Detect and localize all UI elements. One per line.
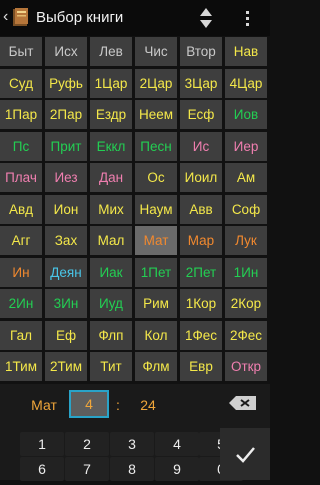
book-Пс[interactable]: Пс: [0, 132, 42, 161]
key-8[interactable]: 8: [110, 457, 154, 481]
book-Наум[interactable]: Наум: [135, 195, 177, 224]
book-Лев[interactable]: Лев: [90, 37, 132, 66]
book-Ион[interactable]: Ион: [45, 195, 87, 224]
book-Ос[interactable]: Ос: [135, 163, 177, 192]
book-Есф[interactable]: Есф: [180, 100, 222, 129]
book-2Фес[interactable]: 2Фес: [225, 321, 267, 350]
book-1Пар[interactable]: 1Пар: [0, 100, 42, 129]
sort-icon[interactable]: [196, 6, 216, 30]
book-Ам[interactable]: Ам: [225, 163, 267, 192]
book-1Кор[interactable]: 1Кор: [180, 289, 222, 318]
book-2Пет[interactable]: 2Пет: [180, 258, 222, 287]
book-Флм[interactable]: Флм: [135, 352, 177, 381]
book-Кол[interactable]: Кол: [135, 321, 177, 350]
key-1[interactable]: 1: [20, 432, 64, 456]
book-Флп[interactable]: Флп: [90, 321, 132, 350]
book-Ис[interactable]: Ис: [180, 132, 222, 161]
book-1Ин[interactable]: 1Ин: [225, 258, 267, 287]
book-Дан[interactable]: Дан: [90, 163, 132, 192]
key-4[interactable]: 4: [155, 432, 199, 456]
book-Иоил[interactable]: Иоил: [180, 163, 222, 192]
book-Неем[interactable]: Неем: [135, 100, 177, 129]
book-2Ин[interactable]: 2Ин: [0, 289, 42, 318]
book-Авв[interactable]: Авв: [180, 195, 222, 224]
book-Рим[interactable]: Рим: [135, 289, 177, 318]
book-Иуд[interactable]: Иуд: [90, 289, 132, 318]
confirm-button[interactable]: [220, 428, 270, 480]
book-Иак[interactable]: Иак: [90, 258, 132, 287]
book-1Фес[interactable]: 1Фес: [180, 321, 222, 350]
checkmark-icon: [236, 447, 255, 463]
book-Авд[interactable]: Авд: [0, 195, 42, 224]
book-Деян[interactable]: Деян: [45, 258, 87, 287]
book-Агг[interactable]: Агг: [0, 226, 42, 255]
backspace-icon[interactable]: [226, 393, 260, 413]
book-Исх[interactable]: Исх: [45, 37, 87, 66]
book-2Кор[interactable]: 2Кор: [225, 289, 267, 318]
book-Прит[interactable]: Прит: [45, 132, 87, 161]
book-2Цар[interactable]: 2Цар: [135, 69, 177, 98]
chapter-input[interactable]: 4: [69, 390, 109, 418]
key-2[interactable]: 2: [65, 432, 109, 456]
app-title: Выбор книги: [36, 9, 124, 26]
book-1Пет[interactable]: 1Пет: [135, 258, 177, 287]
book-3Цар[interactable]: 3Цар: [180, 69, 222, 98]
book-Иез[interactable]: Иез: [45, 163, 87, 192]
book-Еф[interactable]: Еф: [45, 321, 87, 350]
reference-separator: :: [116, 397, 120, 413]
reference-book: Мат: [31, 397, 57, 413]
book-Евр[interactable]: Евр: [180, 352, 222, 381]
overflow-menu-icon[interactable]: [242, 8, 252, 28]
book-Чис[interactable]: Чис: [135, 37, 177, 66]
book-Мат[interactable]: Мат: [135, 226, 177, 255]
book-Руфь[interactable]: Руфь: [45, 69, 87, 98]
book-Откр[interactable]: Откр: [225, 352, 267, 381]
app-book-icon[interactable]: [12, 7, 30, 27]
book-Плач[interactable]: Плач: [0, 163, 42, 192]
book-Еккл[interactable]: Еккл: [90, 132, 132, 161]
book-4Цар[interactable]: 4Цар: [225, 69, 267, 98]
app-bar: ‹ Выбор книги: [0, 0, 270, 36]
book-Иов[interactable]: Иов: [225, 100, 267, 129]
book-Соф[interactable]: Соф: [225, 195, 267, 224]
key-7[interactable]: 7: [65, 457, 109, 481]
book-Втор[interactable]: Втор: [180, 37, 222, 66]
back-chevron-icon[interactable]: ‹: [3, 9, 8, 25]
book-Зах[interactable]: Зах: [45, 226, 87, 255]
book-Ездр[interactable]: Ездр: [90, 100, 132, 129]
book-Мал[interactable]: Мал: [90, 226, 132, 255]
book-2Тим[interactable]: 2Тим: [45, 352, 87, 381]
book-3Ин[interactable]: 3Ин: [45, 289, 87, 318]
key-3[interactable]: 3: [110, 432, 154, 456]
book-Лук[interactable]: Лук: [225, 226, 267, 255]
reference-verse[interactable]: 24: [136, 397, 160, 413]
book-Песн[interactable]: Песн: [135, 132, 177, 161]
book-Гал[interactable]: Гал: [0, 321, 42, 350]
book-Иер[interactable]: Иер: [225, 132, 267, 161]
book-Быт[interactable]: Быт: [0, 37, 42, 66]
book-2Пар[interactable]: 2Пар: [45, 100, 87, 129]
key-6[interactable]: 6: [20, 457, 64, 481]
book-Мих[interactable]: Мих: [90, 195, 132, 224]
book-Нав[interactable]: Нав: [225, 37, 267, 66]
book-1Тим[interactable]: 1Тим: [0, 352, 42, 381]
book-Мар[interactable]: Мар: [180, 226, 222, 255]
book-Ин[interactable]: Ин: [0, 258, 42, 287]
key-9[interactable]: 9: [155, 457, 199, 481]
book-Тит[interactable]: Тит: [90, 352, 132, 381]
book-1Цар[interactable]: 1Цар: [90, 69, 132, 98]
book-Суд[interactable]: Суд: [0, 69, 42, 98]
